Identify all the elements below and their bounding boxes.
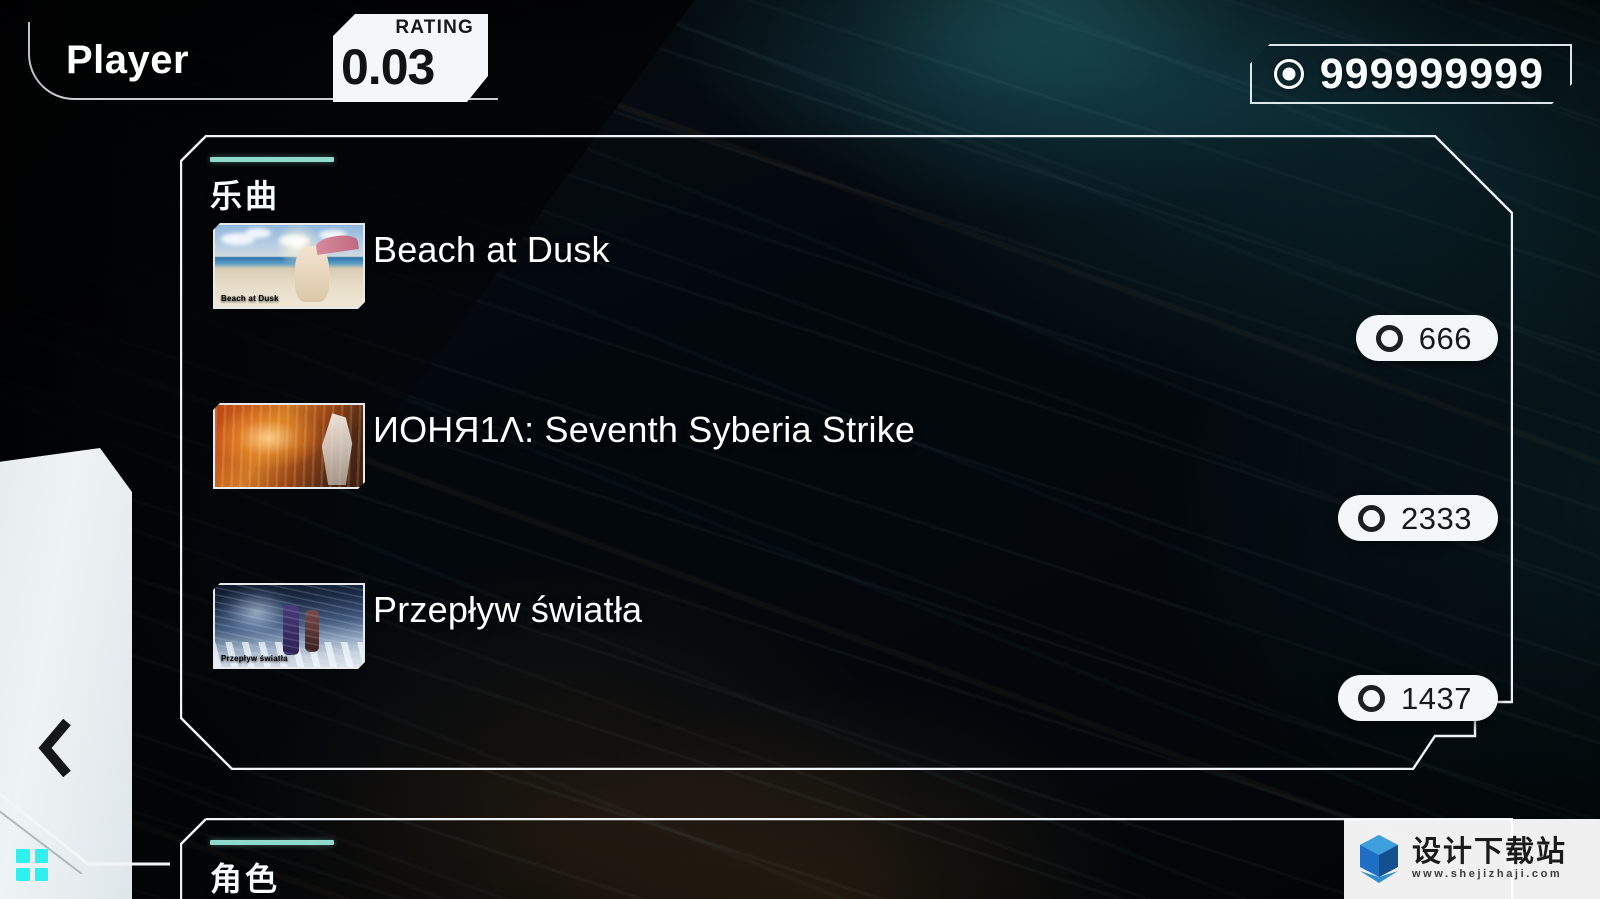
currency-badge[interactable]: 999999999	[1250, 44, 1572, 104]
watermark: 设计下载站 www.shejizhaji.com	[1344, 819, 1600, 899]
player-header: Player RATING 0.03	[28, 14, 498, 102]
songs-accent-bar	[210, 157, 334, 162]
song-score-badge: 666	[1355, 315, 1498, 361]
player-name: Player	[66, 38, 190, 82]
character-panel: 角色	[180, 818, 1513, 899]
grid-2x2-icon[interactable]	[16, 849, 48, 881]
grid-cell	[34, 867, 48, 881]
ring-icon	[1375, 324, 1403, 352]
songs-panel: 乐曲 Beach at Dusk Beach at Dusk 666 ИOHЯ1…	[180, 135, 1513, 770]
song-score-badge: 2333	[1338, 495, 1498, 541]
grid-cell	[34, 849, 48, 863]
blue-diamond-logo-icon	[1360, 835, 1398, 883]
song-title: Przepływ światła	[373, 589, 643, 630]
song-thumbnail[interactable]: Beach at Dusk	[213, 223, 365, 309]
watermark-url: www.shejizhaji.com	[1412, 868, 1563, 880]
ring-circle-icon	[1274, 59, 1304, 89]
song-list: Beach at Dusk Beach at Dusk 666 ИOHЯ1Λ: …	[180, 207, 1513, 747]
watermark-title: 设计下载站	[1412, 836, 1568, 868]
song-title: Beach at Dusk	[373, 229, 610, 270]
left-nav-slab[interactable]	[0, 448, 132, 899]
rating-plaque: RATING 0.03	[333, 14, 488, 102]
grid-cell	[16, 849, 30, 863]
song-row[interactable]: Przepływ światła Przepływ światła 1437	[180, 567, 1513, 747]
back-button[interactable]	[38, 718, 72, 778]
song-score-value: 666	[1418, 320, 1472, 356]
watermark-text: 设计下载站 www.shejizhaji.com	[1412, 838, 1567, 880]
currency-value: 999999999	[1319, 49, 1544, 98]
ring-icon	[1358, 504, 1386, 532]
song-score-value: 2333	[1401, 500, 1472, 536]
ring-icon	[1358, 684, 1386, 712]
character-section-title: 角色	[210, 861, 281, 897]
song-score-value: 1437	[1401, 680, 1472, 716]
song-thumbnail-label: Beach at Dusk	[221, 293, 279, 303]
song-artwork	[215, 405, 363, 487]
song-row[interactable]: Beach at Dusk Beach at Dusk 666	[180, 207, 1513, 387]
song-thumbnail[interactable]: Przepływ światła	[213, 583, 365, 669]
character-accent-bar	[210, 840, 334, 845]
song-row[interactable]: ИOHЯ1Λ: Seventh Syberia Strike 2333	[180, 387, 1513, 567]
character-panel-border	[180, 818, 1513, 899]
song-title: ИOHЯ1Λ: Seventh Syberia Strike	[373, 409, 916, 450]
song-thumbnail-label: Przepływ światła	[221, 653, 288, 663]
rating-label: RATING	[395, 17, 474, 38]
song-thumbnail[interactable]	[213, 403, 365, 489]
song-score-badge: 1437	[1338, 675, 1498, 721]
grid-cell	[16, 867, 30, 881]
character-section-head: 角色	[210, 840, 334, 899]
chevron-left-icon	[38, 718, 71, 778]
rating-value: 0.03	[341, 39, 435, 95]
